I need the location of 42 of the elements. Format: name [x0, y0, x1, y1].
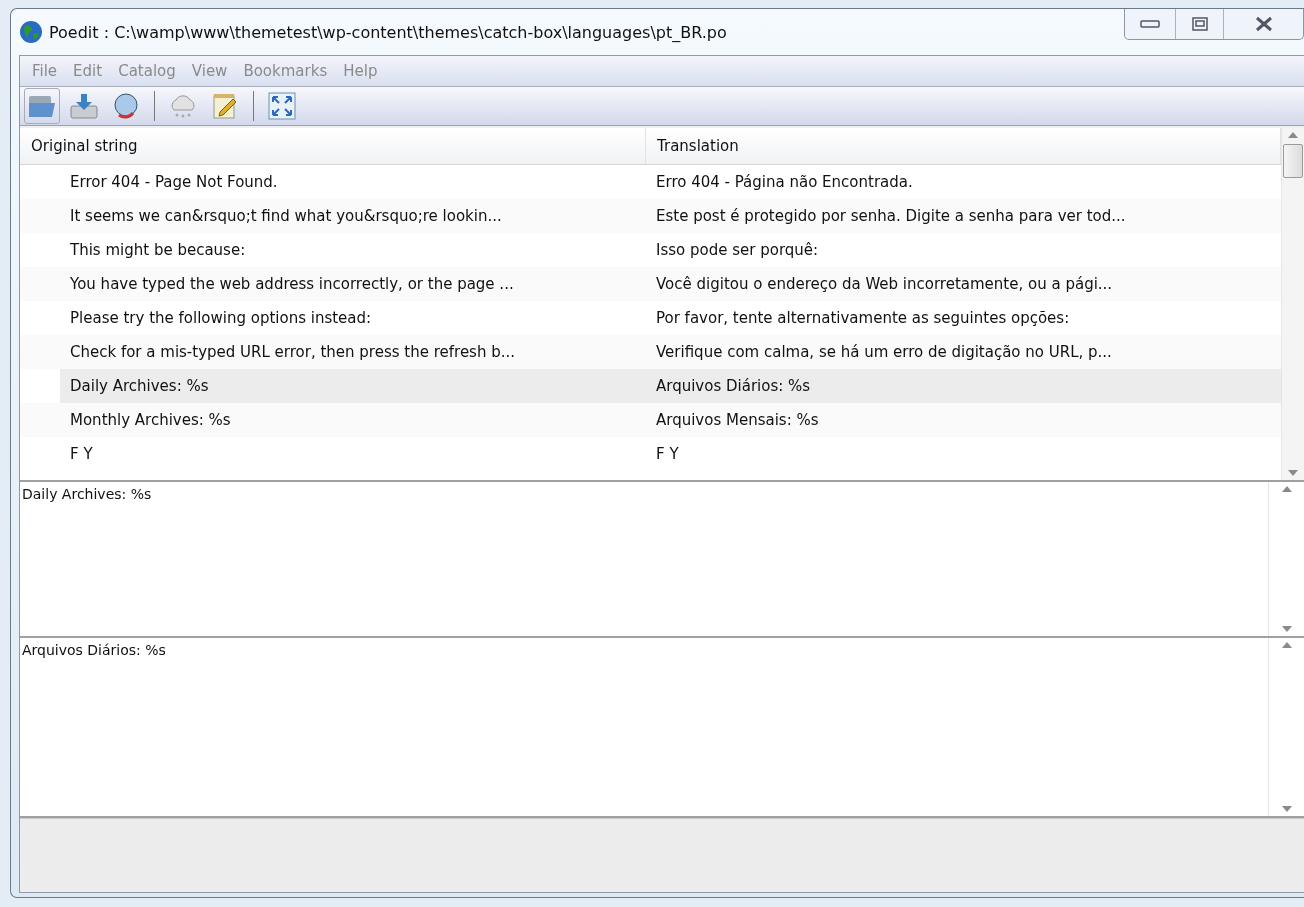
table-cell-text: Daily Archives: %s	[69, 377, 210, 395]
table-cell-text: This might be because:	[69, 241, 247, 259]
window-title: Poedit : C:\wamp\www\themetest\wp-content\themes\catch-box\languages\pt_BR.po	[49, 22, 728, 42]
globe-update-icon[interactable]	[111, 91, 141, 121]
table-row[interactable]: Daily Archives: %s Arquivos Diários: %s	[60, 369, 1281, 403]
table-cell-text: It seems we can&rsquo;t find what you&rsquo;re lookin...	[69, 207, 503, 225]
table-cell-text: F Y	[655, 445, 680, 463]
close-icon	[1253, 16, 1274, 32]
scroll-up-icon[interactable]	[1281, 486, 1292, 492]
scroll-down-icon[interactable]	[1281, 626, 1292, 632]
table-cell-text: Este post é protegido por senha. Digite a senha para ver tod...	[655, 207, 1127, 225]
table-row[interactable]: Check for a mis-typed URL error, then press the refresh b... Verifique com calma, se há um erro de digitação no URL, p...	[20, 335, 1281, 369]
fullscreen-icon[interactable]	[268, 92, 296, 120]
table-cell-text: Please try the following options instead:	[69, 309, 373, 327]
table-cell-text: Monthly Archives: %s	[69, 411, 232, 429]
table-cell-text: Check for a mis-typed URL error, then press the refresh b...	[69, 343, 517, 361]
table-row[interactable]: You have typed the web address incorrectly, or the page ... Você digitou o endereço da Web incorretamente, ou a pági...	[20, 267, 1281, 301]
source-text: Daily Archives: %s	[21, 485, 153, 504]
table-cell-text: Verifique com calma, se há um erro de digitação no URL, p...	[655, 343, 1113, 361]
notepad-pencil-icon[interactable]	[211, 92, 239, 120]
table-cell-text: Erro 404 - Página não Encontrada.	[655, 173, 914, 191]
table-cell-text: You have typed the web address incorrectly, or the page ...	[69, 275, 515, 293]
scroll-down-icon[interactable]	[1281, 806, 1292, 812]
table-row[interactable]: Monthly Archives: %s Arquivos Mensais: %s	[20, 403, 1281, 437]
table-cell-text: Você digitou o endereço da Web incorretamente, ou a pági...	[655, 275, 1114, 293]
table-cell-text: Arquivos Mensais: %s	[655, 411, 820, 429]
scroll-up-icon[interactable]	[1288, 132, 1298, 138]
folder-icon[interactable]	[27, 93, 57, 119]
column-header[interactable]: Original string	[20, 128, 646, 164]
globe-icon	[19, 20, 43, 44]
table-cell-text: Error 404 - Page Not Found.	[69, 173, 279, 191]
table-cell-text: Por favor, tente alternativamente as seguintes opções:	[655, 309, 1071, 327]
table-row[interactable]: It seems we can&rsquo;t find what you&rsquo;re lookin... Este post é protegido por senha. Digite a senha para ver tod...	[20, 199, 1281, 233]
scroll-thumb[interactable]	[1283, 144, 1303, 178]
maximize-icon	[1191, 17, 1208, 31]
save-icon[interactable]	[69, 92, 99, 120]
table-cell-text: F Y	[69, 445, 94, 463]
scroll-up-icon[interactable]	[1281, 642, 1292, 648]
table-cell-text: Arquivos Diários: %s	[655, 377, 812, 395]
minimize-icon	[1140, 20, 1160, 28]
table-cell-text: Isso pode ser porquê:	[655, 241, 820, 259]
scroll-down-icon[interactable]	[1288, 470, 1298, 476]
